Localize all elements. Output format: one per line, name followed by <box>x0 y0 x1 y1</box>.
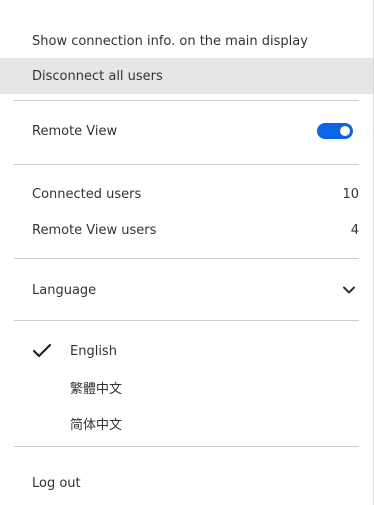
remote-view-toggle[interactable] <box>317 123 353 139</box>
remote-view-row[interactable]: Remote View <box>0 114 373 148</box>
dropdown-menu: Show connection info. on the main displa… <box>0 0 374 505</box>
chevron-down-icon <box>343 286 355 294</box>
language-selector[interactable]: Language <box>0 272 373 308</box>
divider <box>14 320 359 321</box>
remote-view-users-row: Remote View users 4 <box>0 214 373 246</box>
language-option-english[interactable]: English <box>0 334 373 368</box>
toggle-knob <box>340 126 350 136</box>
show-connection-info-label: Show connection info. on the main displa… <box>32 33 308 49</box>
language-option-label: 简体中文 <box>70 417 123 433</box>
language-option-label: 繁體中文 <box>70 381 123 397</box>
language-label: Language <box>32 282 97 298</box>
disconnect-all-users-label: Disconnect all users <box>32 68 163 84</box>
disconnect-all-users-item[interactable]: Disconnect all users <box>0 58 373 94</box>
divider <box>14 164 359 165</box>
divider <box>14 100 359 101</box>
show-connection-info-item[interactable]: Show connection info. on the main displa… <box>0 24 373 58</box>
remote-view-users-label: Remote View users <box>32 222 157 238</box>
divider <box>14 258 359 259</box>
logout-label: Log out <box>32 475 81 491</box>
divider <box>14 446 359 447</box>
language-option-label: English <box>70 343 117 359</box>
remote-view-users-count: 4 <box>350 222 359 238</box>
language-option-simplified-chinese[interactable]: 简体中文 <box>0 406 373 440</box>
connected-users-count: 10 <box>342 186 359 202</box>
remote-view-label: Remote View <box>32 123 118 139</box>
checkmark-icon <box>32 343 52 358</box>
connected-users-label: Connected users <box>32 186 142 202</box>
language-option-traditional-chinese[interactable]: 繁體中文 <box>0 370 373 404</box>
logout-item[interactable]: Log out <box>0 466 373 500</box>
connected-users-row: Connected users 10 <box>0 178 373 210</box>
